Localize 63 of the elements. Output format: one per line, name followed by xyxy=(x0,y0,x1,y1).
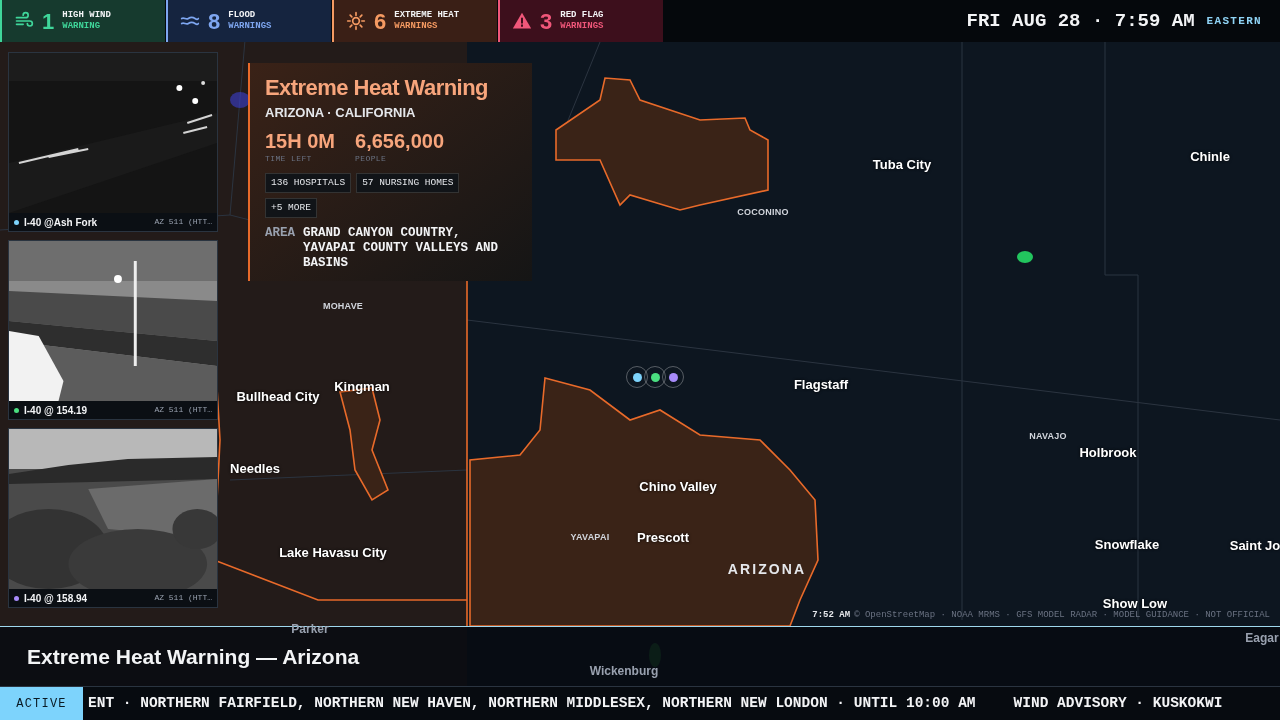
facility-tag: +5 MORE xyxy=(265,197,317,218)
alert-count: 6 xyxy=(374,7,387,36)
map-time: 7:52 AM xyxy=(812,608,851,622)
area-text: GRAND CANYON COUNTRY, YAVAPAI COUNTY VALLEYS AND BASINS xyxy=(303,226,500,271)
alert-type: WARNINGS xyxy=(228,21,272,32)
camera-name: I-40 @ 158.94 xyxy=(24,591,88,606)
camera-source: AZ 511 (HTT… xyxy=(154,216,212,228)
ticker-item: WIND ADVISORY · KUSKOKWI xyxy=(1013,693,1223,713)
map-label: Bullhead City xyxy=(236,388,320,407)
camera-feed[interactable]: I-40 @Ash Fork AZ 511 (HTT… xyxy=(8,52,218,232)
stat-value: 6,656,000 xyxy=(355,128,444,153)
map-label: Eagar xyxy=(1245,630,1279,647)
alert-count: 1 xyxy=(42,7,55,36)
map-label: Saint Jo xyxy=(1229,537,1280,556)
map-label: ARIZONA xyxy=(727,559,807,579)
map-label: Holbrook xyxy=(1079,444,1137,463)
map-label: Wickenburg xyxy=(589,663,659,680)
alert-type: WARNING xyxy=(62,21,102,32)
map-label: YAVAPAI xyxy=(570,531,610,545)
alert-type: WARNINGS xyxy=(560,21,604,32)
clock: FRI AUG 28 · 7:59 AM xyxy=(966,8,1195,34)
alert-title: Extreme Heat Warning xyxy=(265,74,489,102)
map-label: Needles xyxy=(230,460,280,479)
radar-echo xyxy=(1017,251,1033,263)
alert-count: 8 xyxy=(208,7,221,36)
ticker-item: ENT · NORTHERN FAIRFIELD, NORTHERN NEW HAVEN, NORTHERN MIDDLESEX, NORTHERN NEW LONDON · UNTIL 10:00 AM xyxy=(88,693,976,713)
radar-echo xyxy=(230,92,250,108)
time-zone: EASTERN xyxy=(1206,13,1262,29)
facility-tag: 136 HOSPITALS xyxy=(265,172,352,193)
map-label: COCONINO xyxy=(737,206,789,220)
facility-tag: 57 NURSING HOMES xyxy=(356,172,460,193)
banner-title: Extreme Heat Warning — Arizona xyxy=(27,643,360,670)
camera-name: I-40 @Ash Fork xyxy=(24,215,98,230)
alert-type: RED FLAG xyxy=(560,10,604,21)
map-label: Prescott xyxy=(637,529,689,548)
alert-type: FLOOD xyxy=(228,10,257,21)
area-label: AREA xyxy=(265,226,295,242)
camera-feed[interactable]: I-40 @ 158.94 AZ 511 (HTT… xyxy=(8,428,218,608)
sun-icon xyxy=(346,11,366,31)
camera-source: AZ 511 (HTT… xyxy=(154,592,212,604)
stat-label: PEOPLE xyxy=(355,152,388,165)
map-label: Chinle xyxy=(1190,148,1230,167)
stat-value: 15H 0M xyxy=(265,128,336,153)
alert-regions: ARIZONA · CALIFORNIA xyxy=(265,104,417,122)
map-label: Snowflake xyxy=(1094,536,1160,555)
alert-count: 3 xyxy=(540,7,553,36)
map-label: NAVAJO xyxy=(1029,430,1067,444)
camera-name: I-40 @ 154.19 xyxy=(24,403,88,418)
map-label: Lake Havasu City xyxy=(279,544,387,563)
alert-type: WARNINGS xyxy=(394,21,439,32)
warning-icon xyxy=(512,11,532,31)
map-label: Kingman xyxy=(334,378,390,397)
camera-feed[interactable]: I-40 @ 154.19 AZ 511 (HTT… xyxy=(8,240,218,420)
alert-type: EXTREME HEAT xyxy=(394,10,460,21)
stat-label: TIME LEFT xyxy=(265,152,313,165)
map-label: Chino Valley xyxy=(639,478,717,497)
map-label: MOHAVE xyxy=(322,300,364,314)
map-label: Flagstaff xyxy=(793,376,849,395)
ticker-label: ACTIVE xyxy=(0,687,83,720)
map-attribution: © OpenStreetMap · NOAA MRMS · GFS MODEL RADAR · MODEL GUIDANCE · NOT OFFICIAL xyxy=(854,608,1270,622)
alert-type: HIGH WIND xyxy=(62,10,111,21)
map-label: Tuba City xyxy=(872,156,932,175)
camera-source: AZ 511 (HTT… xyxy=(154,404,212,416)
